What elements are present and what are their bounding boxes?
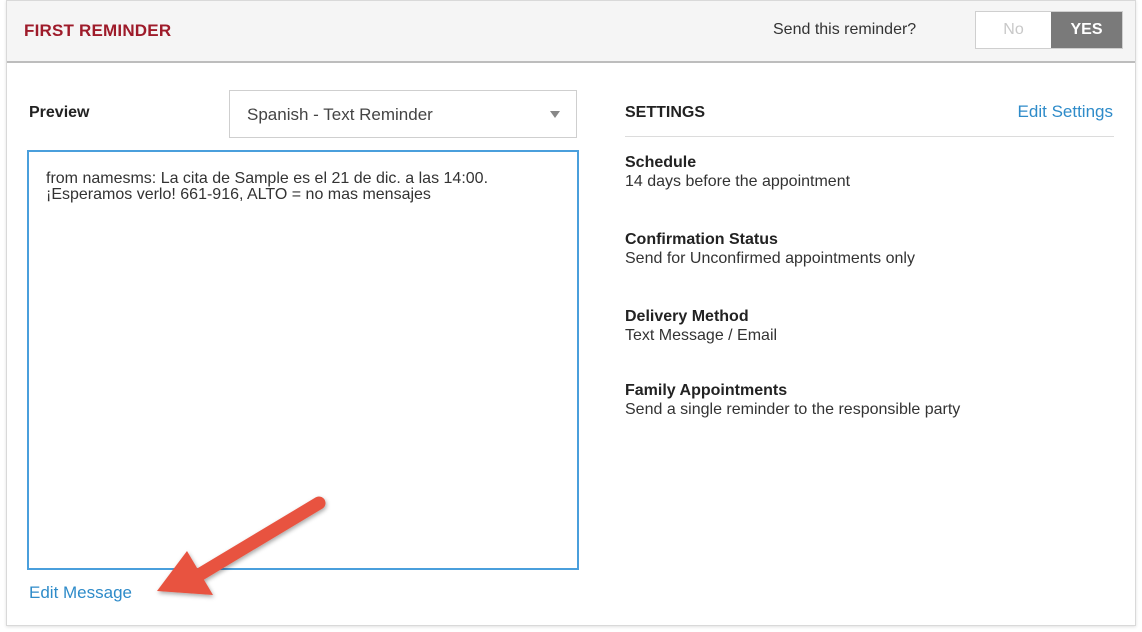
setting-delivery-method: Delivery Method Text Message / Email bbox=[625, 308, 1115, 346]
settings-divider bbox=[625, 136, 1114, 137]
template-select[interactable]: Spanish - Text Reminder bbox=[229, 90, 577, 138]
setting-value: Text Message / Email bbox=[625, 327, 778, 344]
reminder-panel: FIRST REMINDER Send this reminder? No YE… bbox=[6, 0, 1136, 626]
setting-name: Confirmation Status bbox=[625, 231, 778, 248]
setting-schedule: Schedule 14 days before the appointment bbox=[625, 154, 1115, 192]
edit-settings-link[interactable]: Edit Settings bbox=[1018, 102, 1113, 122]
edit-message-link[interactable]: Edit Message bbox=[29, 583, 132, 603]
chevron-down-icon bbox=[550, 111, 560, 118]
setting-name: Delivery Method bbox=[625, 308, 749, 325]
preview-label: Preview bbox=[29, 104, 90, 121]
setting-name: Schedule bbox=[625, 154, 697, 171]
toggle-yes-button[interactable]: YES bbox=[1051, 12, 1122, 48]
message-preview-text: from namesms: La cita de Sample es el 21… bbox=[46, 170, 489, 203]
setting-value: Send a single reminder to the responsibl… bbox=[625, 401, 961, 418]
arrow-annotation-icon bbox=[157, 496, 326, 595]
setting-name: Family Appointments bbox=[625, 382, 788, 399]
toggle-no-button[interactable]: No bbox=[976, 12, 1051, 48]
setting-family-appointments: Family Appointments Send a single remind… bbox=[625, 382, 1115, 420]
setting-confirmation-status: Confirmation Status Send for Unconfirmed… bbox=[625, 231, 1115, 269]
panel-title: FIRST REMINDER bbox=[24, 21, 172, 40]
template-select-value: Spanish - Text Reminder bbox=[247, 105, 433, 124]
send-reminder-question: Send this reminder? bbox=[773, 21, 917, 38]
panel-header: FIRST REMINDER Send this reminder? No YE… bbox=[7, 1, 1135, 63]
settings-title: SETTINGS bbox=[625, 104, 706, 121]
setting-value: 14 days before the appointment bbox=[625, 173, 851, 190]
send-reminder-toggle: No YES bbox=[975, 11, 1123, 49]
setting-value: Send for Unconfirmed appointments only bbox=[625, 250, 915, 267]
